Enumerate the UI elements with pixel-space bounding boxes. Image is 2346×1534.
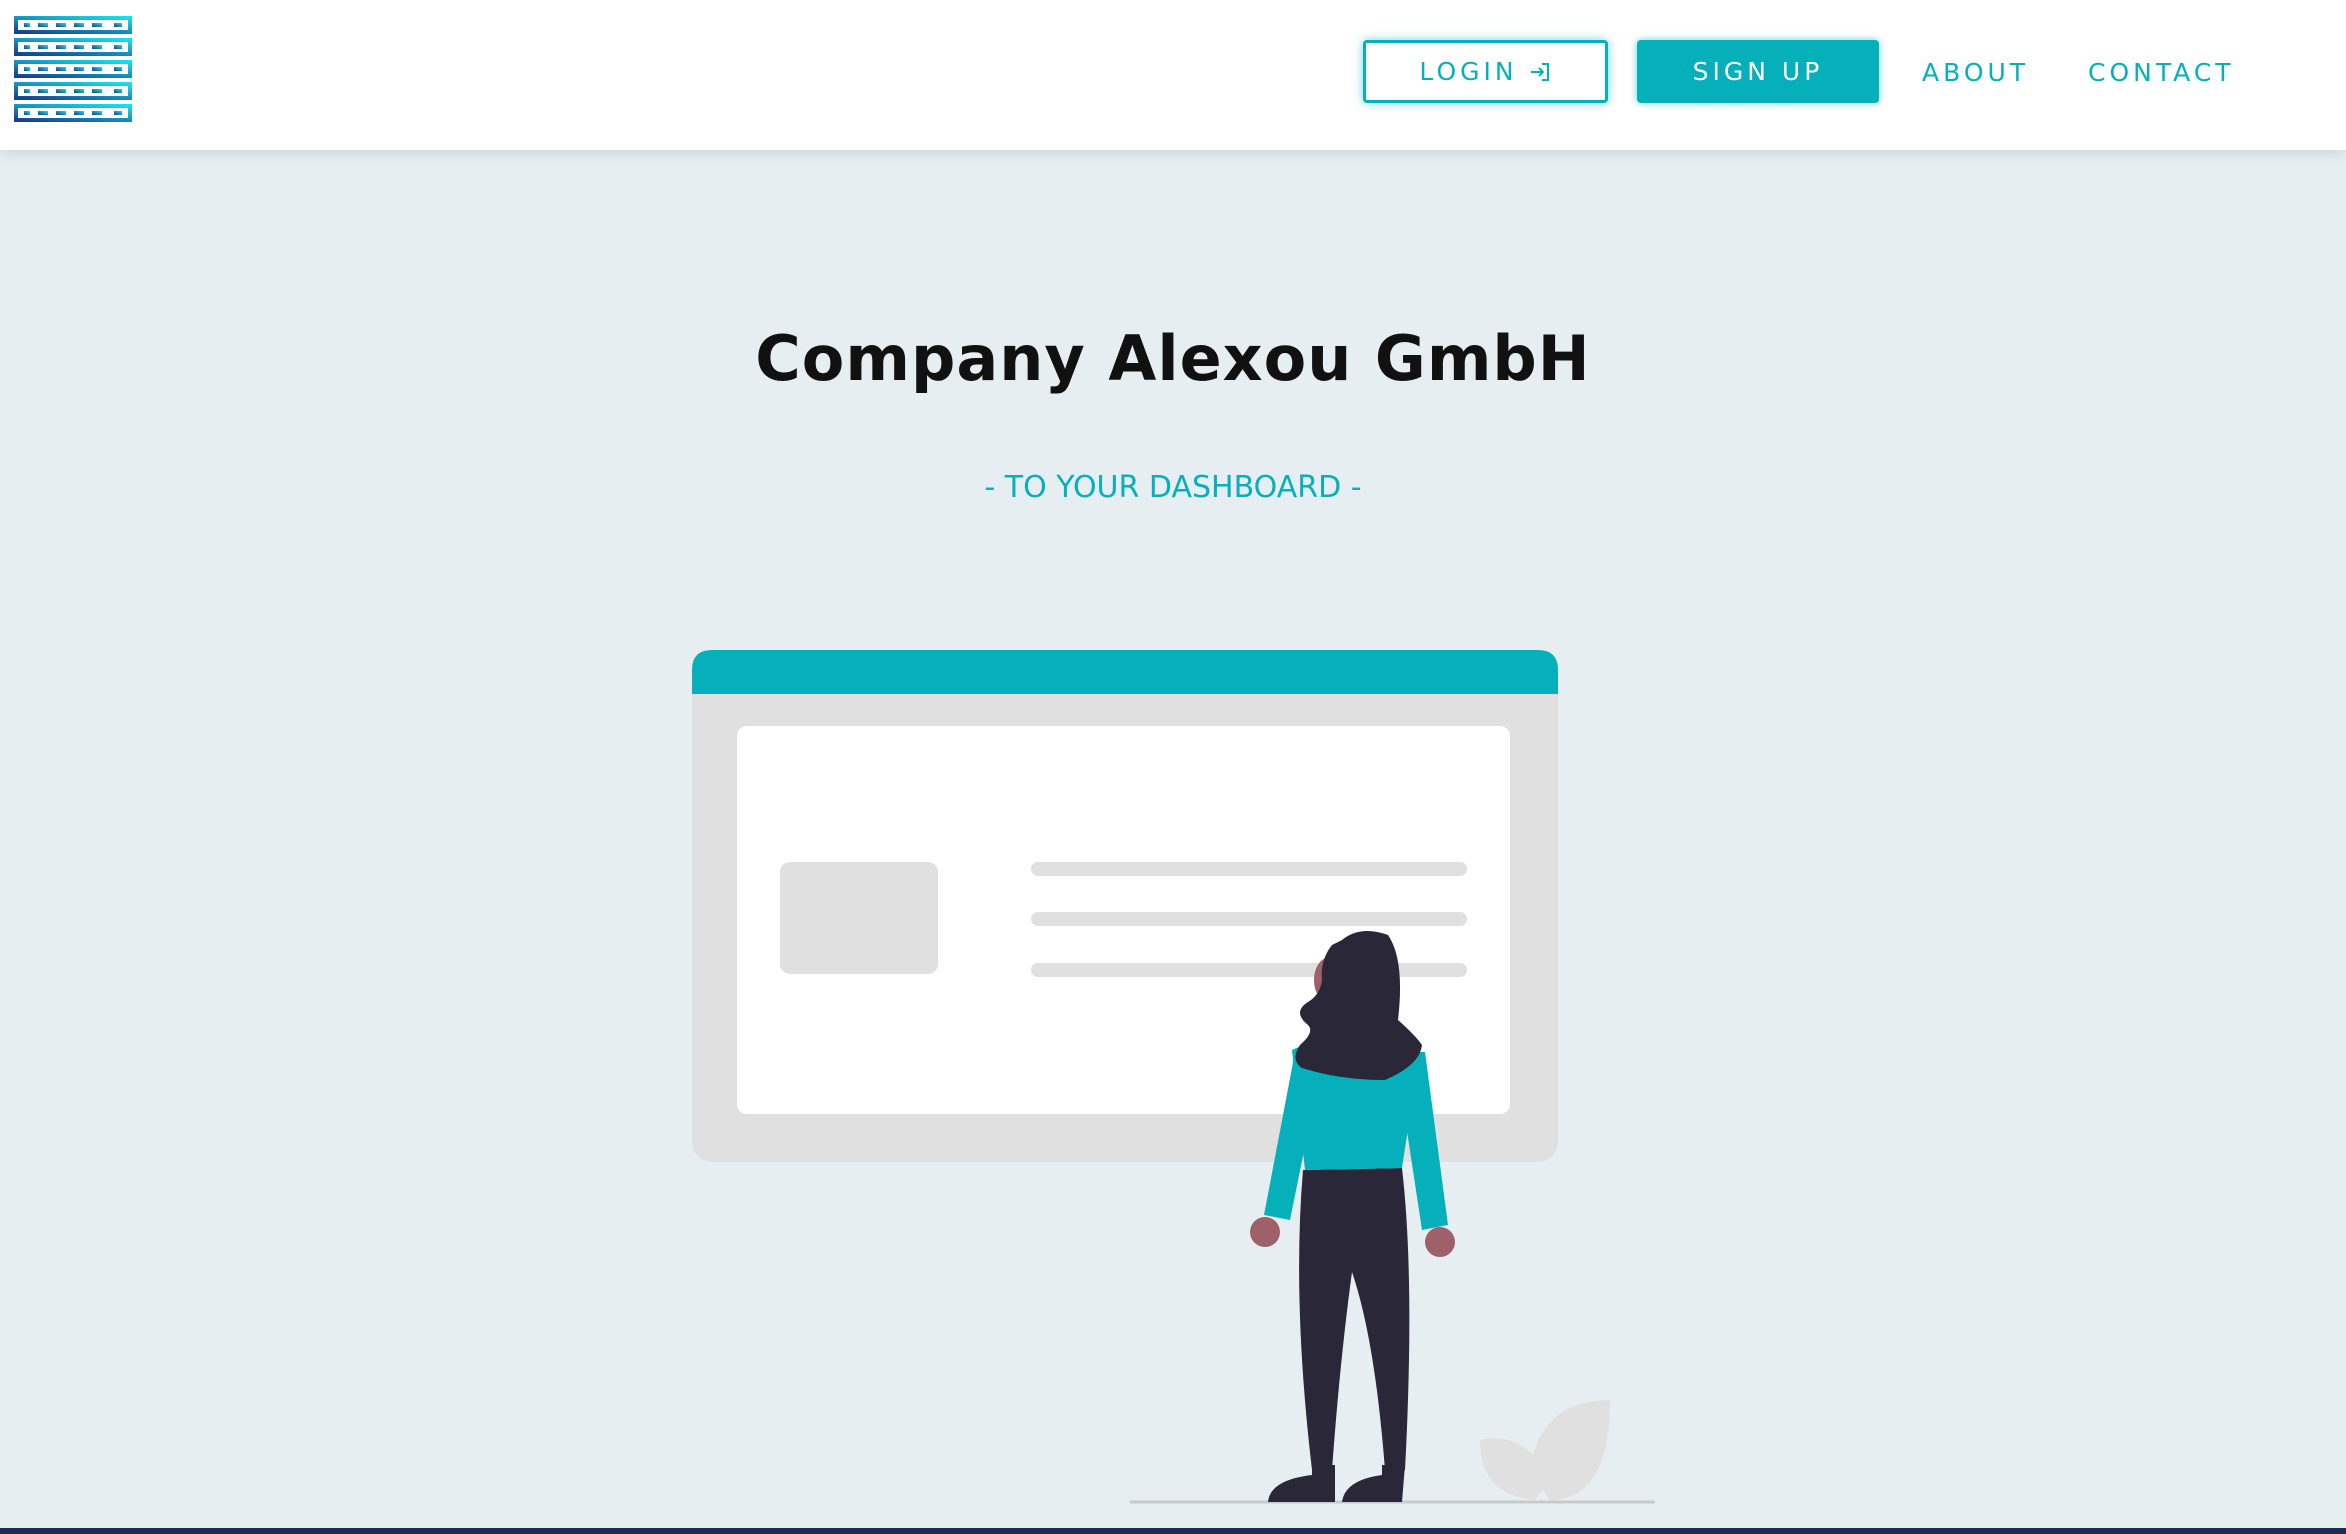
login-button[interactable]: LOGIN — [1363, 40, 1608, 103]
window-bottom-edge — [0, 1528, 2346, 1534]
page-title: Company Alexou GmbH — [755, 322, 1591, 395]
nav-link-contact[interactable]: CONTACT — [2088, 50, 2235, 94]
plant-graphic — [1480, 1400, 1610, 1500]
top-navbar: LOGIN SIGN UP ABOUT CONTACT — [0, 0, 2346, 150]
sign-in-icon — [1530, 62, 1549, 81]
signup-button[interactable]: SIGN UP — [1637, 40, 1879, 103]
dashboard-illustration — [692, 650, 1655, 1504]
page: LOGIN SIGN UP ABOUT CONTACT Company Alex… — [0, 0, 2346, 1534]
nav-link-about[interactable]: ABOUT — [1922, 50, 2029, 94]
server-stack-icon[interactable] — [14, 16, 132, 122]
page-subtitle: - TO YOUR DASHBOARD - — [984, 470, 1362, 505]
signup-label: SIGN UP — [1692, 57, 1824, 86]
login-label: LOGIN — [1419, 57, 1518, 86]
